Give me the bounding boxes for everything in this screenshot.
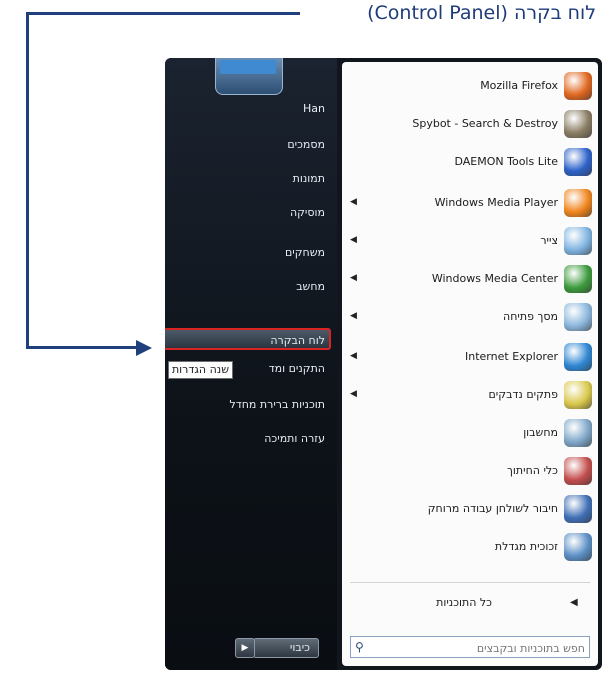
firefox-icon xyxy=(564,72,592,100)
program-item[interactable]: Spybot - Search & Destroy xyxy=(342,105,598,143)
program-label: כלי החיתוך xyxy=(507,464,558,477)
callout-line-top xyxy=(26,12,300,15)
calculator-icon xyxy=(564,419,592,447)
user-avatar[interactable] xyxy=(215,58,283,95)
shutdown-options-button[interactable]: ▶ xyxy=(235,638,255,658)
place-item-default-programs[interactable]: תוכניות ברירת מחדל xyxy=(165,394,329,416)
paint-icon xyxy=(564,227,592,255)
jump-list-arrow-icon[interactable]: ◀ xyxy=(350,351,357,361)
place-item-games[interactable]: משחקים xyxy=(165,242,329,264)
program-label: זכוכית מגדלת xyxy=(494,540,558,553)
program-label: Internet Explorer xyxy=(465,350,558,363)
shutdown-button[interactable]: כיבוי xyxy=(253,638,319,658)
jump-list-arrow-icon[interactable]: ◀ xyxy=(350,197,357,207)
program-item[interactable]: כלי החיתוך xyxy=(342,452,598,490)
program-label: Spybot - Search & Destroy xyxy=(412,117,558,130)
program-item[interactable]: מחשבון xyxy=(342,414,598,452)
daemon-tools-icon xyxy=(564,148,592,176)
search-input[interactable] xyxy=(377,638,587,658)
remote-desktop-icon xyxy=(564,495,592,523)
search-box[interactable]: ⚲ xyxy=(350,636,590,658)
place-item-control-panel[interactable]: לוח הבקרה xyxy=(165,328,331,350)
program-label: Windows Media Center xyxy=(431,272,558,285)
magnifier-icon xyxy=(564,533,592,561)
program-label: Windows Media Player xyxy=(434,196,558,209)
program-item[interactable]: Mozilla Firefox xyxy=(342,67,598,105)
place-item-music[interactable]: מוסיקה xyxy=(165,202,329,224)
start-menu-places-pane: Han מסמכים תמונות מוסיקה משחקים מחשב לוח הבקרה… xyxy=(165,58,337,670)
jump-list-arrow-icon[interactable]: ◀ xyxy=(350,235,357,245)
program-item[interactable]: חיבור לשולחן עבודה מרוחק xyxy=(342,490,598,528)
all-programs-button[interactable]: ◀ כל התוכניות xyxy=(342,586,598,620)
program-item[interactable]: צייר ◀ xyxy=(342,222,598,260)
program-item[interactable]: זכוכית מגדלת xyxy=(342,528,598,566)
programs-separator xyxy=(350,582,590,583)
getting-started-icon xyxy=(564,303,592,331)
place-item-pictures[interactable]: תמונות xyxy=(165,168,329,190)
program-label: מחשבון xyxy=(523,426,558,439)
program-item[interactable]: פתקים נדבקים ◀ xyxy=(342,376,598,414)
program-item[interactable]: Internet Explorer ◀ xyxy=(342,338,598,376)
jump-list-arrow-icon[interactable]: ◀ xyxy=(350,311,357,321)
internet-explorer-icon xyxy=(564,343,592,371)
place-item-help[interactable]: עזרה ותמיכה xyxy=(165,428,329,450)
program-label: Mozilla Firefox xyxy=(480,79,558,92)
media-player-icon xyxy=(564,189,592,217)
program-label: DAEMON Tools Lite xyxy=(454,155,559,168)
callout-line-bottom xyxy=(26,346,138,349)
callout-arrowhead xyxy=(136,340,152,356)
place-item-computer[interactable]: מחשב xyxy=(165,276,329,298)
program-item[interactable]: DAEMON Tools Lite xyxy=(342,143,598,181)
all-programs-label: כל התוכניות xyxy=(436,596,492,609)
tooltip: שנה הגדרות xyxy=(167,361,233,379)
program-label: חיבור לשולחן עבודה מרוחק xyxy=(427,502,558,515)
media-center-icon xyxy=(564,265,592,293)
place-item-user[interactable]: Han xyxy=(165,98,329,120)
spybot-icon xyxy=(564,110,592,138)
jump-list-arrow-icon[interactable]: ◀ xyxy=(350,273,357,283)
program-item[interactable]: Windows Media Player ◀ xyxy=(342,184,598,222)
program-item[interactable]: Windows Media Center ◀ xyxy=(342,260,598,298)
snipping-tool-icon xyxy=(564,457,592,485)
program-label: פתקים נדבקים xyxy=(488,388,559,401)
program-item[interactable]: מסך פתיחה ◀ xyxy=(342,298,598,336)
search-icon: ⚲ xyxy=(355,640,364,654)
all-programs-arrow-icon: ◀ xyxy=(570,597,578,608)
sticky-notes-icon xyxy=(564,381,592,409)
program-label: צייר xyxy=(540,234,558,247)
start-menu: Han מסמכים תמונות מוסיקה משחקים מחשב לוח הבקרה… xyxy=(165,58,602,670)
program-label: מסך פתיחה xyxy=(503,310,558,323)
start-menu-programs-pane: Mozilla Firefox Spybot - Search & Destroy… xyxy=(342,62,598,666)
place-item-documents[interactable]: מסמכים xyxy=(165,134,329,156)
callout-line-vertical xyxy=(26,12,29,349)
shutdown-label: כיבוי xyxy=(289,641,310,654)
jump-list-arrow-icon[interactable]: ◀ xyxy=(350,389,357,399)
control-panel-caption: לוח בקרה (Control Panel) xyxy=(367,2,596,24)
